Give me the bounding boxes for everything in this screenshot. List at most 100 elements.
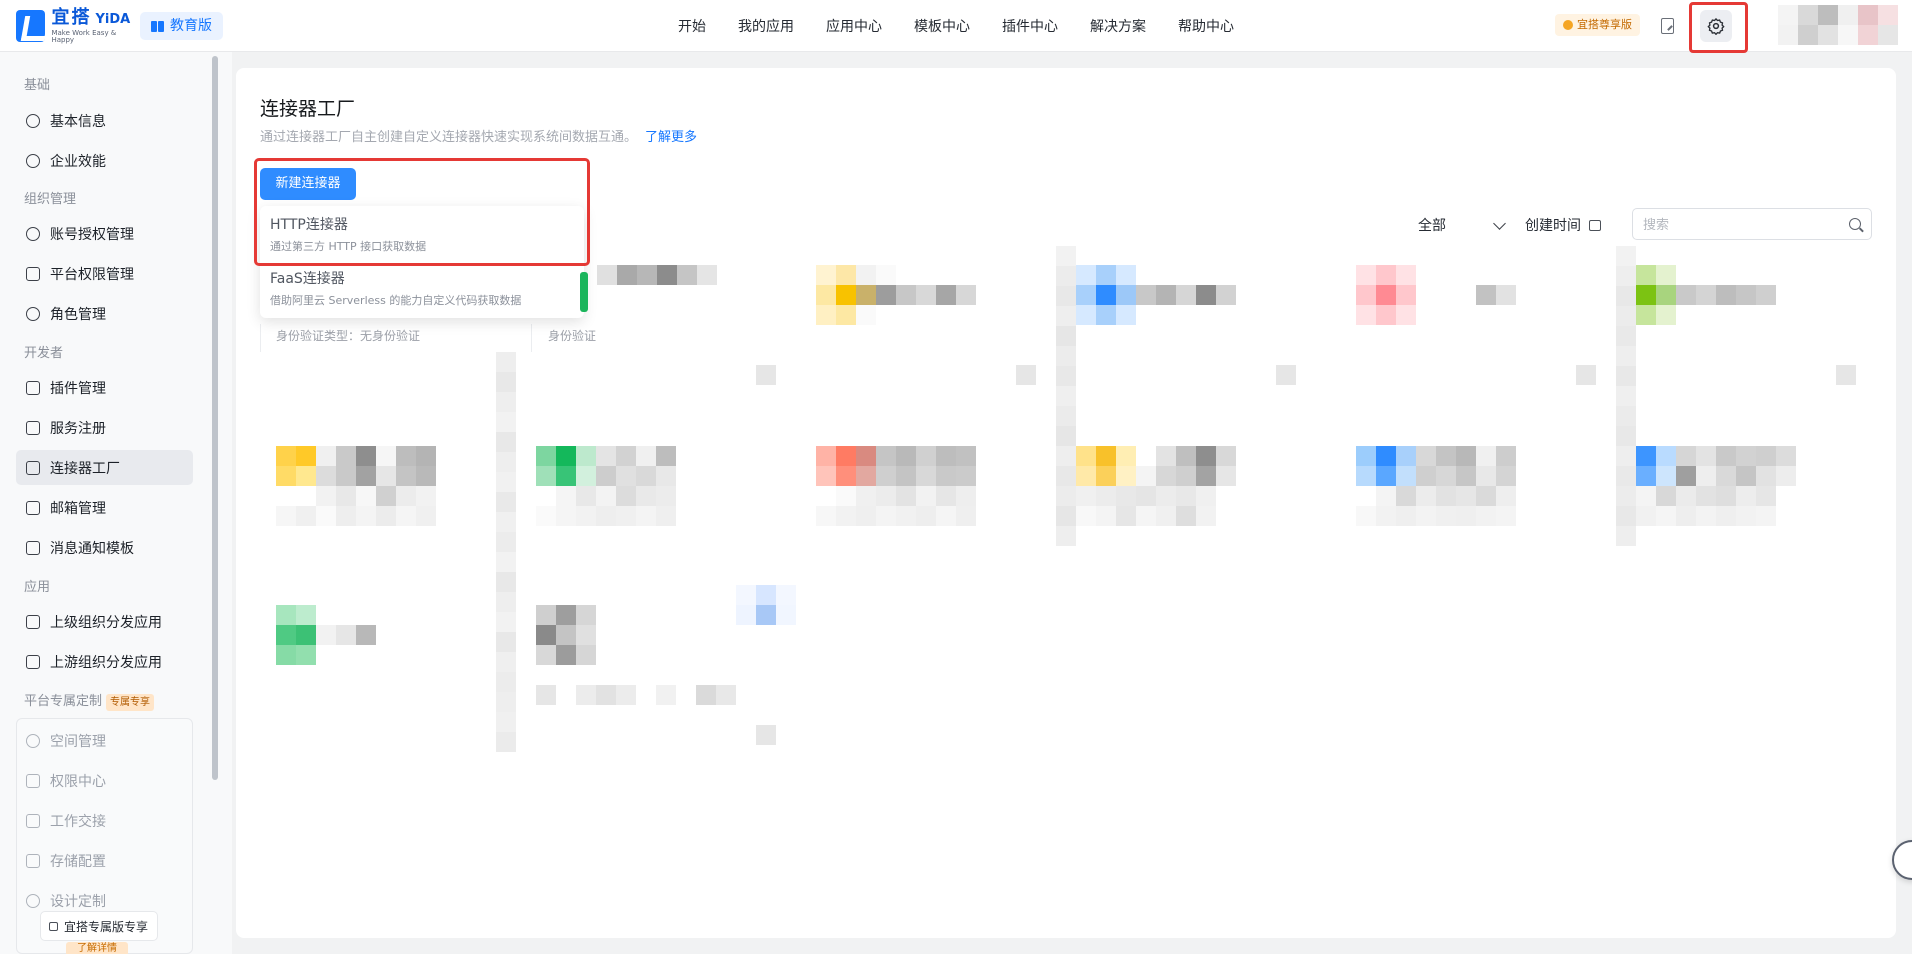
handover-icon — [26, 813, 40, 828]
mail-icon — [26, 500, 40, 515]
card-corner-mark — [1276, 365, 1296, 385]
faas-connector-desc: 借助阿里云 Serverless 的能力自定义代码获取数据 — [270, 294, 522, 307]
section-basic: 基础 — [24, 78, 51, 93]
search-box — [1632, 208, 1872, 240]
http-connector-desc: 通过第三方 HTTP 接口获取数据 — [270, 240, 427, 253]
sidebar-item-message-template[interactable]: 消息通知模板 — [16, 530, 193, 565]
learn-more-link[interactable]: 了解更多 — [645, 130, 697, 145]
pro-edition-badge[interactable]: 宜搭尊享版 — [1555, 14, 1640, 36]
sort-by-created-time[interactable]: 创建时间 — [1525, 214, 1601, 236]
top-nav: 开始 我的应用 应用中心 模板中心 插件中心 解决方案 帮助中心 — [662, 14, 1250, 40]
filter-all-select[interactable]: 全部 — [1418, 214, 1508, 236]
login-icon — [26, 614, 40, 629]
dropdown-item-faas-connector[interactable]: FaaS连接器 借助阿里云 Serverless 的能力自定义代码获取数据 — [260, 260, 584, 312]
connector-icon — [26, 460, 40, 475]
card-tile[interactable] — [536, 605, 596, 665]
logo-slogan: Make Work Easy & Happy — [51, 28, 117, 44]
sidebar-item-space-management[interactable]: 空间管理 — [16, 723, 193, 758]
gear-icon — [26, 733, 40, 748]
sidebar-item-plugin-management[interactable]: 插件管理 — [16, 370, 193, 405]
sidebar-item-label: 基本信息 — [50, 113, 106, 130]
learn-details-tag[interactable]: 了解详情 — [66, 942, 128, 954]
nav-help-center[interactable]: 帮助中心 — [1162, 14, 1250, 40]
yida-logo-icon — [16, 10, 46, 42]
sidebar-item-label: 企业效能 — [50, 153, 106, 170]
card-tile[interactable] — [276, 446, 436, 526]
sidebar-item-service-registration[interactable]: 服务注册 — [16, 410, 193, 445]
card-tile[interactable] — [1356, 265, 1516, 325]
section-developer: 开发者 — [24, 346, 64, 361]
nav-app-center[interactable]: 应用中心 — [810, 14, 898, 40]
card-auth-type: 身份验证 — [548, 329, 597, 343]
dropdown-item-http-connector[interactable]: HTTP连接器 通过第三方 HTTP 接口获取数据 — [260, 206, 584, 258]
message-icon — [26, 540, 40, 555]
sidebar-item-basic-info[interactable]: 基本信息 — [16, 103, 193, 138]
sidebar-item-mail-management[interactable]: 邮箱管理 — [16, 490, 193, 525]
edition-badge[interactable]: 教育版 — [140, 12, 223, 40]
card-tile[interactable] — [1076, 265, 1236, 325]
pie-chart-icon — [26, 153, 40, 168]
sidebar-item-label: 插件管理 — [50, 380, 106, 397]
search-input[interactable] — [1643, 216, 1849, 232]
sidebar-item-account-auth[interactable]: 账号授权管理 — [16, 216, 193, 251]
nav-solutions[interactable]: 解决方案 — [1074, 14, 1162, 40]
card-tile[interactable] — [1356, 446, 1516, 526]
sidebar-item-upstream-org-distribution[interactable]: 上游组织分发应用 — [16, 644, 193, 679]
card-tile[interactable] — [1076, 446, 1236, 526]
card-corner-mark — [756, 365, 776, 385]
card-tile[interactable] — [276, 605, 376, 665]
sidebar-item-storage-config[interactable]: 存储配置 — [16, 843, 193, 878]
faas-connector-title: FaaS连接器 — [270, 271, 345, 287]
logo-cn: 宜搭 — [51, 6, 92, 28]
search-icon[interactable] — [1849, 218, 1861, 230]
document-icon — [26, 420, 40, 435]
coin-icon — [1563, 20, 1573, 30]
sidebar-item-label: 设计定制 — [50, 893, 106, 910]
card-tile[interactable] — [536, 446, 676, 526]
yida-logo[interactable]: 宜搭 YiDA Make Work Easy & Happy — [16, 6, 134, 44]
card-tile[interactable] — [536, 685, 736, 705]
settings-highlight-box — [1689, 2, 1748, 53]
card-tile[interactable] — [1616, 265, 1776, 325]
page-description-text: 通过连接器工厂自主创建自定义连接器快速实现系统间数据互通。 — [260, 130, 638, 145]
pro-edition-label: 宜搭尊享版 — [1577, 18, 1632, 31]
nav-my-apps[interactable]: 我的应用 — [722, 14, 810, 40]
sidebar-item-connector-factory[interactable]: 连接器工厂 — [16, 450, 193, 485]
sidebar-item-permission-center[interactable]: 权限中心 — [16, 763, 193, 798]
user-avatar[interactable] — [1778, 5, 1900, 45]
card-tile[interactable] — [736, 585, 796, 625]
sidebar-item-role-management[interactable]: 角色管理 — [16, 296, 193, 331]
nav-template-center[interactable]: 模板中心 — [898, 14, 986, 40]
card-corner-mark — [1836, 365, 1856, 385]
sidebar-item-work-handover[interactable]: 工作交接 — [16, 803, 193, 838]
sidebar-item-label: 连接器工厂 — [50, 460, 120, 477]
new-connector-button[interactable]: 新建连接器 — [260, 168, 356, 200]
page-title: 连接器工厂 — [260, 98, 356, 120]
calendar-icon — [1589, 219, 1601, 231]
nav-plugin-center[interactable]: 插件中心 — [986, 14, 1074, 40]
sidebar-item-upper-org-distribution[interactable]: 上级组织分发应用 — [16, 604, 193, 639]
upgrade-tip[interactable]: 宜搭专属版专享 — [40, 911, 158, 941]
card-border — [260, 324, 261, 352]
card-corner-mark — [1016, 365, 1036, 385]
card-tile[interactable] — [1616, 446, 1796, 526]
nav-start[interactable]: 开始 — [662, 14, 722, 40]
http-connector-title: HTTP连接器 — [270, 217, 348, 233]
sidebar-item-label: 账号授权管理 — [50, 226, 134, 243]
card-tile[interactable] — [816, 446, 976, 526]
sidebar-item-efficiency[interactable]: 企业效能 — [16, 143, 193, 178]
section-apps: 应用 — [24, 580, 51, 595]
permission-icon — [26, 773, 40, 788]
sidebar-item-label: 服务注册 — [50, 420, 106, 437]
document-edit-icon[interactable] — [1659, 17, 1675, 35]
card-border — [531, 324, 532, 352]
upgrade-tip-label: 宜搭专属版专享 — [64, 919, 149, 934]
book-icon — [151, 20, 164, 33]
card-tile[interactable] — [816, 265, 976, 325]
edition-badge-label: 教育版 — [170, 18, 212, 34]
card-tile[interactable] — [597, 265, 717, 285]
brush-icon — [26, 893, 40, 908]
card-auth-type: 身份验证类型：无身份验证 — [276, 329, 421, 343]
sidebar-item-platform-permission[interactable]: 平台权限管理 — [16, 256, 193, 291]
sidebar-scrollbar[interactable] — [212, 56, 218, 780]
